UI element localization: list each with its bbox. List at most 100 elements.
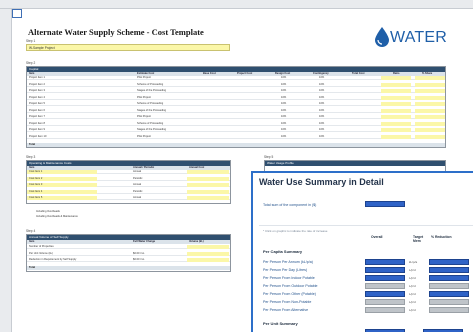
vol-col-charge: Full Water Charge: [133, 240, 156, 243]
capital-share-input[interactable]: [415, 102, 445, 106]
capital-share-input[interactable]: [415, 128, 445, 132]
col-head-target: Target Mem: [413, 235, 424, 243]
panel-reduction-box[interactable]: [429, 259, 469, 265]
panel-overall-box[interactable]: [365, 299, 405, 305]
capital-ratio-input[interactable]: [381, 128, 411, 132]
step-label-1: Step 1: [26, 39, 36, 43]
operating-cost-input[interactable]: [187, 170, 229, 174]
operating-freq-cell: Periodic: [133, 176, 143, 180]
capital-item-cell: Project Item 4: [29, 95, 46, 99]
capital-ratio-input[interactable]: [381, 89, 411, 93]
document-title: Alternate Water Supply Scheme - Cost Tem…: [28, 27, 204, 37]
volume-table-row: Reduction in Requirement by Self Supply $…: [27, 258, 230, 262]
capital-item-cell: Project Item 9: [29, 128, 46, 131]
panel-row-unit: L/p/d: [409, 308, 416, 312]
capital-table-row: Project Item 9 Stages of the Proceeding 10…: [27, 128, 445, 132]
panel-row-label: Per Person From Indoor Potable: [263, 276, 315, 280]
selected-cell[interactable]: [12, 9, 22, 18]
capital-share-input[interactable]: [415, 115, 445, 119]
capital-ratio-input[interactable]: [381, 108, 411, 113]
capital-ratio-input[interactable]: [381, 115, 411, 119]
capital-design-pct: 10%: [281, 89, 287, 92]
panel-reduction-box[interactable]: [429, 267, 469, 273]
step-label-4: Step 4: [26, 229, 36, 233]
panel-row-unit: L/p/d: [409, 284, 416, 288]
capital-contingency-pct: 10%: [319, 128, 325, 131]
section-per-unit: Per Unit Summary: [263, 321, 298, 326]
volume-total-label: Total: [29, 266, 36, 269]
volume-item-cell: Per Unit Volume (kL): [29, 251, 53, 255]
capital-share-input[interactable]: [415, 89, 445, 93]
capital-desc-cell: Scheme of Proceeding: [137, 82, 164, 86]
capital-item-cell: Project Item 3: [29, 89, 46, 92]
total-sum-input[interactable]: [365, 201, 405, 207]
volume-total-row: Total: [27, 266, 230, 270]
operating-cost-input[interactable]: [187, 176, 229, 181]
panel-divider: [259, 225, 473, 226]
capital-share-input[interactable]: [415, 121, 445, 126]
panel-reduction-box[interactable]: [429, 291, 469, 297]
panel-overall-box[interactable]: [365, 307, 405, 313]
operating-table-row: Cost Item 5 Annual: [27, 196, 230, 200]
volume-charge-cell: $0.00 / kL: [133, 251, 145, 255]
panel-reduction-box[interactable]: [429, 283, 469, 289]
volume-table-column-headers: Item Full Water Charge Volume (kL): [27, 240, 230, 244]
col-head-reduction: % Reduction: [431, 235, 452, 239]
panel-overall-box[interactable]: [365, 275, 405, 281]
annual-volume-table: Annual Volume of Self Supply Item Full W…: [26, 234, 231, 272]
panel-overall-box[interactable]: [365, 259, 405, 265]
operating-cost-input[interactable]: [187, 189, 229, 194]
capital-ratio-input[interactable]: [381, 82, 411, 87]
operating-cost-input[interactable]: [187, 196, 229, 200]
vol-col-volume: Volume (kL): [189, 240, 204, 243]
capital-design-pct: 10%: [281, 95, 287, 99]
capital-ratio-input[interactable]: [381, 95, 411, 100]
capital-table-row: Project Item 1 Pilot Project 10% 10%: [27, 76, 445, 80]
operating-table-row: Cost Item 1 Annual: [27, 170, 230, 174]
capital-design-pct: 10%: [281, 128, 287, 131]
capital-desc-cell: Scheme of Proceeding: [137, 121, 164, 125]
capital-design-pct: 10%: [281, 102, 287, 105]
operating-note-1: Including Overheads: [36, 210, 60, 213]
panel-row-label: Per Person From Outdoor Potable: [263, 284, 318, 288]
capital-ratio-input[interactable]: [381, 76, 411, 80]
panel-reduction-box[interactable]: [429, 299, 469, 305]
volume-value-input[interactable]: [187, 251, 229, 256]
capital-ratio-input[interactable]: [381, 121, 411, 126]
capital-desc-cell: Pilot Project: [137, 134, 151, 138]
capital-ratio-input[interactable]: [381, 102, 411, 106]
capital-item-cell: Project Item 8: [29, 121, 46, 125]
operating-item-cell: Cost Item 1: [29, 170, 43, 173]
panel-reduction-box[interactable]: [429, 307, 469, 313]
volume-value-input[interactable]: [187, 245, 229, 249]
capital-desc-cell: Pilot Project: [137, 95, 151, 99]
panel-row-label: Per Person From Other (Potable): [263, 292, 316, 296]
operating-cost-input[interactable]: [187, 183, 229, 187]
scheme-name-value: W-Sample Project: [29, 46, 55, 50]
capital-table-row: Project Item 6 Stages of the Proceeding 10…: [27, 108, 445, 113]
capital-share-input[interactable]: [415, 134, 445, 139]
capital-item-cell: Project Item 1: [29, 76, 46, 79]
panel-overall-box[interactable]: [365, 283, 405, 289]
capital-design-pct: 10%: [281, 108, 287, 112]
panel-row-unit: L/p/d: [409, 268, 416, 272]
capital-item-cell: Project Item 10: [29, 134, 47, 138]
capital-share-input[interactable]: [415, 95, 445, 100]
capital-share-input[interactable]: [415, 82, 445, 87]
volume-value-input[interactable]: [187, 258, 229, 262]
panel-overall-box[interactable]: [365, 291, 405, 297]
capital-contingency-pct: 10%: [319, 134, 325, 138]
panel-reduction-box[interactable]: [429, 275, 469, 281]
scheme-name-field[interactable]: W-Sample Project: [26, 44, 230, 51]
volume-item-cell: Number of Properties: [29, 245, 54, 248]
capital-ratio-input[interactable]: [381, 134, 411, 139]
water-use-summary-panel: Water Use Summary in Detail Total sum of…: [251, 171, 473, 332]
capital-share-input[interactable]: [415, 76, 445, 80]
capital-contingency-pct: 10%: [319, 95, 325, 99]
vol-col-item: Item: [29, 240, 35, 243]
capital-share-input[interactable]: [415, 108, 445, 113]
capital-desc-cell: Stages of the Proceeding: [137, 89, 167, 92]
panel-row-label: Per Person Per Day (Litres): [263, 268, 308, 272]
capital-contingency-pct: 10%: [319, 102, 325, 105]
panel-overall-box[interactable]: [365, 267, 405, 273]
